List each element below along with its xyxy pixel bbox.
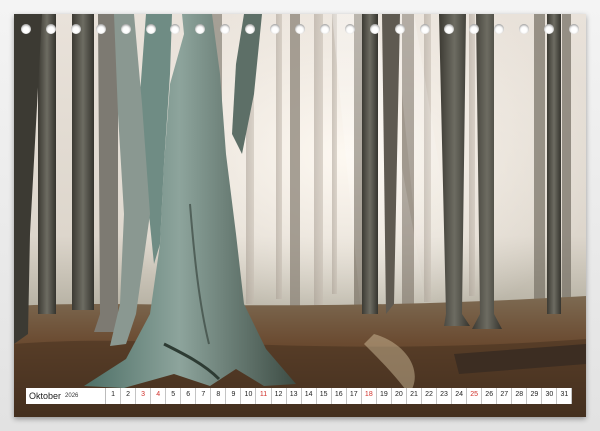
binding-ring — [469, 24, 480, 34]
binding-ring — [270, 24, 281, 34]
day-cell: 29 — [527, 388, 543, 404]
day-cell: 6 — [181, 388, 197, 404]
month-label: Oktober 2026 — [26, 388, 106, 404]
forest-photo — [14, 14, 586, 417]
day-cell: 9 — [226, 388, 242, 404]
calendar-strip: Oktober 2026 1 2 3 4 5 6 7 8 9 10 11 12 13 14 15 16 17 18… — [26, 388, 573, 404]
day-cell: 10 — [241, 388, 257, 404]
binding-ring — [70, 24, 81, 34]
binding-ring — [95, 24, 106, 34]
binding-ring — [319, 24, 330, 34]
day-cell: 13 — [287, 388, 302, 404]
binding-ring — [444, 24, 455, 34]
day-cells: 1 2 3 4 5 6 7 8 9 10 11 12 13 14 15 16 17 18 19 20 21 22 23 24 2… — [106, 388, 573, 404]
day-cell: 19 — [377, 388, 392, 404]
binding-ring — [344, 24, 355, 34]
binding-ring — [569, 24, 579, 34]
day-cell: 25 — [467, 388, 483, 404]
day-cell: 31 — [557, 388, 573, 404]
day-cell: 21 — [407, 388, 422, 404]
day-cell: 12 — [272, 388, 287, 404]
day-cell: 2 — [121, 388, 137, 404]
month-name: Oktober — [29, 391, 62, 401]
binding-ring — [494, 24, 505, 34]
binding-ring — [369, 24, 380, 34]
binding-ring — [419, 24, 430, 34]
day-cell: 4 — [151, 388, 167, 404]
day-cell: 11 — [256, 388, 272, 404]
binding-ring — [145, 24, 156, 34]
day-cell: 3 — [136, 388, 152, 404]
binding-ring — [519, 24, 530, 34]
calendar-page: Oktober 2026 1 2 3 4 5 6 7 8 9 10 11 12 13 14 15 16 17 18… — [0, 0, 600, 431]
binding-ring — [120, 24, 131, 34]
day-cell: 14 — [302, 388, 317, 404]
day-cell: 22 — [422, 388, 438, 404]
day-cell: 28 — [512, 388, 528, 404]
day-cell: 15 — [317, 388, 332, 404]
day-cell: 23 — [437, 388, 453, 404]
binding-ring — [245, 24, 256, 34]
day-cell: 16 — [332, 388, 347, 404]
day-cell: 20 — [392, 388, 407, 404]
day-cell: 5 — [166, 388, 182, 404]
binding-ring — [21, 24, 31, 34]
binding-ring — [170, 24, 181, 34]
day-cell: 24 — [452, 388, 468, 404]
calendar-sheet: Oktober 2026 1 2 3 4 5 6 7 8 9 10 11 12 13 14 15 16 17 18… — [14, 14, 586, 417]
binding-ring — [220, 24, 231, 34]
binding-rings — [14, 24, 586, 38]
day-cell: 8 — [211, 388, 227, 404]
day-cell: 17 — [347, 388, 362, 404]
day-cell: 30 — [542, 388, 558, 404]
day-cell: 7 — [196, 388, 212, 404]
binding-ring — [394, 24, 405, 34]
binding-ring — [295, 24, 305, 34]
day-cell: 18 — [362, 388, 377, 404]
day-cell: 26 — [482, 388, 498, 404]
day-cell: 1 — [106, 388, 122, 404]
day-cell: 27 — [497, 388, 513, 404]
year-label: 2026 — [65, 393, 79, 399]
binding-ring — [45, 24, 56, 34]
binding-ring — [195, 24, 206, 34]
binding-ring — [544, 24, 555, 34]
